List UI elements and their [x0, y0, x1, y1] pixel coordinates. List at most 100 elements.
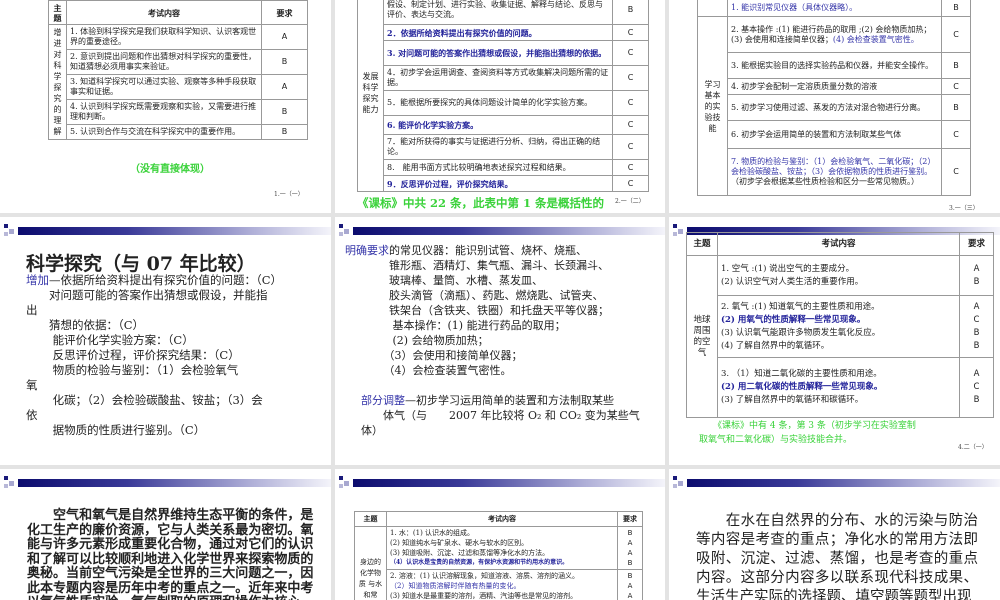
slide-thumbnail-8[interactable]: 主题 考试内容 要求 身边的化学物质 与水 和常 1. 水：(1) 认识水的组成。 (2…	[335, 469, 665, 600]
header-requirement: 要求	[261, 0, 308, 25]
page-label: 1.一（一）	[274, 191, 304, 198]
requirement-cell: B	[941, 94, 971, 121]
content-cell: 5. 初步学习使用过滤、蒸发的方法对混合物进行分离。	[727, 94, 942, 121]
req: B	[973, 395, 980, 405]
requirement-cell: C	[612, 90, 649, 116]
content-line: (3) 认识氧气能跟许多物质发生氧化反应。	[721, 327, 881, 338]
header-requirement: 要求	[617, 511, 643, 527]
content-cell: 1. 体验到科学探究是我们获取科学知识、认识客观世界的重要途径。	[66, 24, 262, 50]
body-lines: —依据所给资料提出有探究价值的问题：（C） 对问题可能的答案作出猜想或假设，并能…	[26, 273, 282, 437]
content-line: (2) 知道纯水与矿泉水、硬水与软水的区别。	[390, 539, 529, 547]
header-content: 考试内容	[717, 232, 960, 256]
slide-paragraph: 在水在自然界的分布、水的污染与防治等内容是考查的重点；净化水的常用方法即吸附、沉…	[696, 513, 978, 600]
content-line: 1. 水：(1) 认识水的组成。	[390, 529, 475, 537]
requirement-cell: B	[612, 0, 649, 25]
slide-thumbnail-6[interactable]: 主题 考试内容 要求 地球周围的空气 1. 空气 :(1) 说出空气的主要成分。 (2)…	[669, 217, 1000, 465]
body-line: （3）会使用和接简单仪器；	[388, 349, 523, 362]
requirement-cell: B	[941, 0, 971, 17]
content-cell: 6. 能评价化学实验方案。	[383, 115, 613, 135]
body-line: 玻璃棒、量筒、水槽、蒸发皿、	[388, 274, 543, 287]
slide-note: 《课标》中有 4 条，第 3 条（初步学习在实验室制 取氧气和二氧化碳）与实验技能…	[699, 419, 916, 447]
body-line: 胶头滴管（滴瓶）、药匙、燃烧匙、试管夹、	[388, 289, 604, 302]
content-line: (3) 知道水是最重要的溶剂，酒精、汽油等也是常见的溶剂。	[390, 592, 578, 600]
requirement-cell: AB	[959, 255, 994, 296]
theme-cell: 发展科学探究能力	[357, 0, 384, 192]
content-cell: 假设、制定计划、进行实验、收集证据、解释与结论、反思与评价、表达与交流。	[383, 0, 613, 25]
content-cell: 2. 溶液：(1) 认识溶解现象，知道溶液、溶质、溶剂的涵义。 （2）知道物质溶解…	[386, 569, 618, 600]
header-bar	[335, 224, 665, 236]
requirement-cell: ACB	[959, 357, 994, 418]
body-line: —初步学习运用简单的装置和方法制取某些	[405, 394, 614, 407]
content-line: (2) 用二氧化碳的性质解释一些常见现象。	[721, 382, 883, 392]
slide-note: （没有直接体现）	[130, 164, 210, 175]
header-theme: 主题	[354, 511, 387, 527]
req: B	[973, 276, 980, 287]
req: B	[627, 572, 633, 580]
body-line: 物质的检验与鉴别：（1）会检验氧气	[52, 363, 239, 377]
content-line: (3) 了解自然界中的氧循环和碳循环。	[721, 395, 864, 405]
content-text: （初步学会根据某些性质检验和区分一些常见物质。）	[731, 177, 919, 186]
slide-thumbnail-1[interactable]: 主题 考试内容 要求 增进对科学探究的理解 1. 体验到科学探究是我们获取科学知识、认…	[0, 0, 331, 213]
body-line: 体气（与 2007 年比较将 O₂ 和 CO₂ 变为某些气	[382, 409, 640, 422]
content-cell: 4. 认识到科学探究既需要观察和实验，又需要进行推理和判断。	[66, 99, 262, 125]
req: A	[627, 582, 633, 590]
requirement-cell: BAAB	[617, 526, 643, 570]
content-cell: 2. 意识到提出问题和作出猜想对科学探究的重要性，知道猜想必须用事实来验证。	[66, 49, 262, 75]
content-cell: 6. 初步学会运用简单的装置和方法制取某些气体	[727, 120, 942, 149]
slide-thumbnail-7[interactable]: 空气和氧气是自然界维持生态平衡的条件，是化工生产的廉价资源，它与人类关系最为密切…	[0, 469, 331, 600]
slide-thumbnail-4[interactable]: 科学探究（与 07 年比较） 增加—依据所给资料提出有探究价值的问题：（C） 对…	[0, 217, 331, 465]
content-highlight: 7. 物质的检验与鉴别：（1）会检验氧气、二氧化碳；（2）会检验碳酸盐、铵盐；（…	[731, 157, 936, 176]
content-line: 1. 空气 :(1) 说出空气的主要成分。	[721, 263, 855, 274]
requirement-cell: C	[941, 78, 971, 95]
requirement-cell: B	[261, 99, 308, 125]
slide-thumbnail-2[interactable]: 发展科学探究能力 假设、制定计划、进行实验、收集证据、解释与结论、反思与评价、表达…	[335, 0, 665, 213]
req: B	[627, 559, 633, 567]
req: A	[973, 369, 980, 379]
header-theme: 主题	[686, 232, 718, 256]
body-line: 能评价化学实验方案：（C）	[52, 333, 194, 347]
content-line: 3. （1）知道二氧化碳的主要性质和用途。	[721, 369, 882, 379]
requirement-cell: C	[612, 65, 649, 91]
theme-cell: 地球周围的空气	[686, 255, 718, 418]
slide-thumbnail-3[interactable]: 1. 能识别常见仪器（具体仪器略）。 B 学习基本的实验技能 2. 基本操作 :(1…	[669, 0, 1000, 213]
content-cell: 2. 基本操作 :(1) 能进行药品的取用 ;(2) 会给物质加热；(3) 会使…	[727, 16, 942, 53]
requirement-cell: BAA	[617, 569, 643, 600]
slide-thumbnail-5[interactable]: 明确要求的常见仪器：能识别试管、烧杯、烧瓶、 锥形瓶、酒精灯、集气瓶、漏斗、长颈…	[335, 217, 665, 465]
req: A	[973, 263, 980, 274]
body-line: 反思评价过程，评价探究结果：（C）	[52, 348, 240, 362]
requirement-cell: C	[612, 175, 649, 192]
page-label: 3.一（三）	[949, 205, 979, 212]
content-cell: 7. 物质的检验与鉴别：（1）会检验氧气、二氧化碳；（2）会检验碳酸盐、铵盐；（…	[727, 148, 942, 196]
content-cell: 5．能根据所要探究的具体问题设计简单的化学实验方案。	[383, 90, 613, 116]
content-cell: 3. 知道科学探究可以通过实验、观察等多种手段获取事实和证据。	[66, 74, 262, 100]
body-line: 据物质的性质进行鉴别。（C）	[52, 423, 206, 437]
slide-body: 明确要求的常见仪器：能识别试管、烧杯、烧瓶、 锥形瓶、酒精灯、集气瓶、漏斗、长颈…	[345, 243, 609, 378]
content-cell: 1. 水：(1) 认识水的组成。 (2) 知道纯水与矿泉水、硬水与软水的区别。 (3…	[386, 526, 618, 570]
requirement-cell: C	[612, 159, 649, 176]
header-bar	[0, 224, 331, 236]
slide-body-adjust: 部分调整—初步学习运用简单的装置和方法制取某些 体气（与 2007 年比较将 O…	[361, 393, 640, 438]
req: A	[973, 301, 980, 312]
req: C	[973, 314, 980, 325]
body-line: 氧	[26, 378, 38, 392]
slide-thumbnail-9[interactable]: 在水在自然界的分布、水的污染与防治等内容是考查的重点；净化水的常用方法即吸附、沉…	[669, 469, 1000, 600]
content-cell: 4．初步学会运用调查、查阅资料等方式收集解决问题所需的证据。	[383, 65, 613, 91]
requirement-cell: C	[612, 40, 649, 66]
requirement-cell: B	[261, 124, 308, 140]
req: B	[627, 529, 633, 537]
header-content: 考试内容	[66, 0, 262, 25]
requirement-cell: B	[941, 52, 971, 79]
added-label: 增加	[26, 273, 49, 287]
slide-title: 科学探究（与 07 年比较）	[26, 253, 256, 275]
body-line: —依据所给资料提出有探究价值的问题：（C）	[49, 273, 283, 287]
page-label: 2.一（二）	[615, 198, 645, 205]
body-line: 的常见仪器：能识别试管、烧杯、烧瓶、	[389, 244, 587, 257]
slide-note: 《课标》中共 22 条，此表中第 1 条是概括性的	[357, 196, 605, 210]
body-line: 猜想的依据：（C）	[48, 318, 145, 332]
requirement-cell: C	[612, 24, 649, 41]
slide-paragraph: 空气和氧气是自然界维持生态平衡的条件，是化工生产的廉价资源，它与人类关系最为密切…	[27, 508, 313, 600]
body-line: 锥形瓶、酒精灯、集气瓶、漏斗、长颈漏斗、	[388, 259, 609, 272]
content-cell: 3. 能根据实验目的选择实验药品和仪器，并能安全操作。	[727, 52, 942, 79]
req: B	[973, 327, 980, 338]
body-line: 对问题可能的答案作出猜想或假设，并能指	[48, 288, 268, 302]
